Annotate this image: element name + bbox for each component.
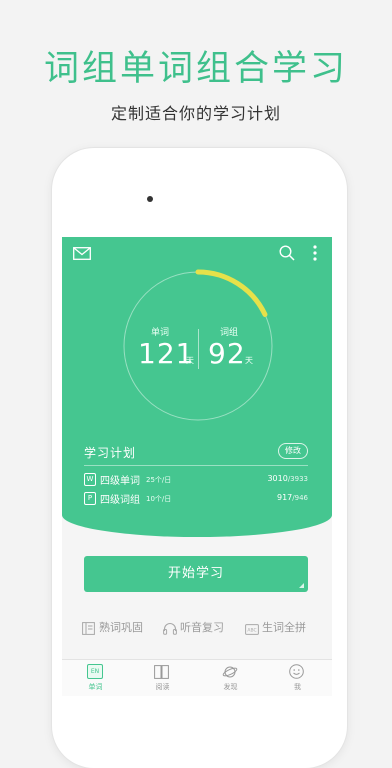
plan-rate: 10个/日: [146, 495, 172, 503]
progress-arc: [195, 269, 268, 317]
plan-badge: P: [84, 492, 96, 505]
smiley-icon: [289, 664, 304, 683]
book-icon: [82, 620, 95, 639]
bottom-tab-bar: EN 单词 阅读 发现 我: [62, 659, 332, 696]
plan-name: 四级词组: [100, 495, 140, 506]
headphones-icon: [163, 620, 177, 639]
plan-row: P 四级词组 10个/日 917/946: [84, 491, 308, 507]
planet-icon: [222, 664, 238, 684]
words-days-unit: 天: [186, 356, 194, 365]
tool-label: 生词全拼: [262, 621, 306, 634]
svg-text:ABC: ABC: [247, 628, 256, 634]
tab-reading[interactable]: 阅读: [129, 660, 196, 696]
tab-label: 我: [294, 683, 301, 691]
app-screen: 单词 121 天 词组 92 天 学习计划 修改 W 四级单词 25个/日 30…: [62, 237, 332, 696]
en-icon: EN: [87, 664, 103, 679]
open-book-icon: [154, 664, 169, 683]
phone-camera: [147, 196, 153, 202]
search-icon[interactable]: [279, 245, 295, 265]
start-learning-button[interactable]: 开始学习: [84, 556, 308, 592]
plan-name: 四级单词: [100, 476, 140, 487]
phrases-days-value: 92: [208, 337, 246, 370]
plan-title: 学习计划: [84, 446, 137, 460]
plan-progress: 3010/3933: [267, 474, 308, 483]
corner-mark-icon: [299, 583, 304, 588]
tool-label: 熟词巩固: [99, 621, 143, 634]
stats-panel: 单词 121 天 词组 92 天 学习计划 修改 W 四级单词 25个/日 30…: [62, 237, 332, 537]
plan-row: W 四级单词 25个/日 3010/3933: [84, 472, 308, 488]
tab-label: 发现: [223, 683, 238, 691]
mail-icon[interactable]: [73, 245, 91, 264]
tab-words[interactable]: EN 单词: [62, 660, 129, 696]
plan-progress: 917/946: [276, 493, 308, 502]
tab-discover[interactable]: 发现: [197, 660, 264, 696]
plan-badge: W: [84, 473, 96, 486]
tab-label: 阅读: [155, 683, 170, 691]
keyboard-icon: ABC: [245, 620, 259, 639]
plan-rate: 25个/日: [146, 476, 172, 484]
tool-label: 听音复习: [180, 621, 224, 634]
tools-row: 熟词巩固 听音复习 ABC 生词全拼: [62, 619, 332, 635]
edit-plan-button[interactable]: 修改: [278, 443, 308, 459]
start-learning-label: 开始学习: [167, 566, 224, 581]
promo-headline: 词组单词组合学习: [43, 49, 348, 89]
tab-label: 单词: [88, 683, 103, 691]
phrases-days-unit: 天: [245, 356, 253, 365]
plan-divider: [84, 465, 308, 466]
tab-me[interactable]: 我: [264, 660, 331, 696]
promo-subline: 定制适合你的学习计划: [110, 104, 281, 123]
stats-divider: [198, 329, 199, 369]
more-vertical-icon[interactable]: [312, 245, 318, 265]
